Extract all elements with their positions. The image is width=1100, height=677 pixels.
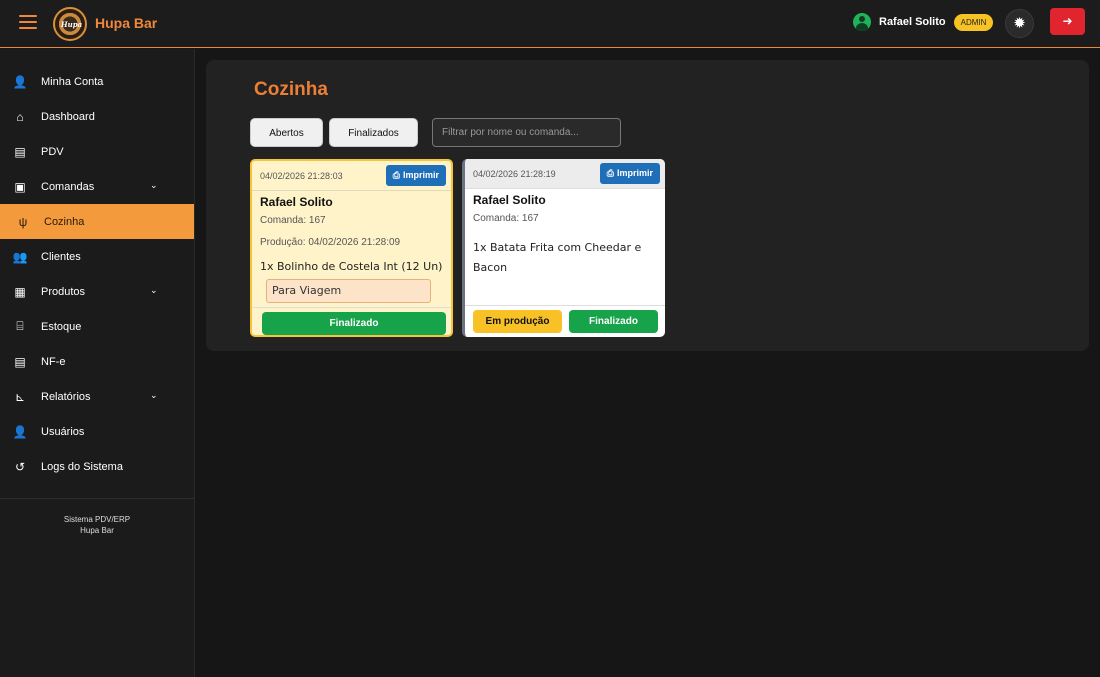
warehouse-icon: ⌸ <box>16 319 24 333</box>
sidebar-item-label: Produtos <box>41 285 86 298</box>
sun-icon: ✹ <box>1013 15 1026 32</box>
sidebar-item-label: NF-e <box>41 355 66 368</box>
brand-logo: Hupa <box>53 7 87 41</box>
user-icon: 👤 <box>12 74 28 89</box>
top-bar: Hupa Hupa Bar Rafael Solito ADMIN ✹ ➜ <box>0 0 1100 48</box>
sidebar-item-label: Comandas <box>41 180 95 193</box>
sidebar-item-minha-conta[interactable]: 👤 Minha Conta <box>0 64 194 99</box>
chevron-down-icon: ⌄ <box>150 390 158 400</box>
customer-name: Rafael Solito <box>473 193 546 207</box>
sidebar-item-label: Estoque <box>41 320 82 333</box>
order-date: 04/02/2026 21:28:19 <box>473 169 556 179</box>
sidebar-item-dashboard[interactable]: ⌂ Dashboard <box>0 99 194 134</box>
production-time: Produção: 04/02/2026 21:28:09 <box>260 237 401 248</box>
print-button[interactable]: ⎙ Imprimir <box>385 165 446 186</box>
users-cog-icon: 👤 <box>12 424 28 439</box>
card-header: 04/02/2026 21:28:03 ⎙ Imprimir <box>252 161 451 191</box>
clipboard-icon: ▣ <box>14 179 26 194</box>
sidebar-item-label: Relatórios <box>41 390 91 403</box>
sidebar-item-clientes[interactable]: 👥 Clientes <box>0 239 194 274</box>
sidebar-divider <box>0 498 194 499</box>
sidebar-item-pdv[interactable]: ▤ PDV <box>0 134 194 169</box>
chevron-down-icon: ⌄ <box>150 285 158 295</box>
card-footer: Finalizado <box>252 307 451 335</box>
card-footer: Em produção Finalizado <box>465 305 665 337</box>
role-badge: ADMIN <box>953 13 994 31</box>
em-producao-button[interactable]: Em produção <box>473 310 562 333</box>
print-label: Imprimir <box>402 170 439 180</box>
user-circle-icon <box>853 13 871 31</box>
sidebar-item-nfe[interactable]: ▤ NF-e <box>0 344 194 379</box>
tab-finalizados[interactable]: Finalizados <box>329 118 418 147</box>
sidebar-item-label: Logs do Sistema <box>41 460 123 473</box>
customer-name: Rafael Solito <box>260 195 333 209</box>
cash-register-icon: ▤ <box>14 144 26 159</box>
sidebar-item-estoque[interactable]: ⌸ Estoque <box>0 309 194 344</box>
sidebar-item-usuarios[interactable]: 👤 Usuários <box>0 414 194 449</box>
tab-abertos[interactable]: Abertos <box>250 118 323 147</box>
sidebar-item-relatorios[interactable]: ⊾ Relatórios ⌄ <box>0 379 194 414</box>
page-title: Cozinha <box>254 79 328 100</box>
history-icon: ↺ <box>14 459 26 474</box>
printer-icon: ⎙ <box>606 168 614 178</box>
sidebar: 👤 Minha Conta ⌂ Dashboard ▤ PDV ▣ Comand… <box>0 49 195 677</box>
card-header: 04/02/2026 21:28:19 ⎙ Imprimir <box>465 159 665 189</box>
brand-name: Hupa Bar <box>95 15 158 31</box>
print-label: Imprimir <box>616 168 653 178</box>
user-info: Rafael Solito ADMIN <box>853 12 994 32</box>
sidebar-item-label: PDV <box>41 145 64 158</box>
footer-line: Hupa Bar <box>80 526 114 535</box>
comanda-number: Comanda: 167 <box>473 213 539 224</box>
order-item: 1x Batata Frita com Cheedar e Bacon <box>473 241 642 274</box>
order-card: 04/02/2026 21:28:19 ⎙ Imprimir Rafael Sol… <box>462 159 665 337</box>
logout-button[interactable]: ➜ <box>1050 8 1085 35</box>
comanda-number: Comanda: 167 <box>260 215 326 226</box>
print-button[interactable]: ⎙ Imprimir <box>599 163 660 184</box>
order-item: 1x Bolinho de Costela Int (12 Un) <box>260 260 443 273</box>
order-card: 04/02/2026 21:28:03 ⎙ Imprimir Rafael Sol… <box>250 159 453 337</box>
user-name: Rafael Solito <box>879 16 946 28</box>
order-note: Para Viagem <box>266 279 431 303</box>
sidebar-item-label: Usuários <box>41 425 85 438</box>
sidebar-item-produtos[interactable]: ▦ Produtos ⌄ <box>0 274 194 309</box>
sidebar-item-logs[interactable]: ↺ Logs do Sistema <box>0 449 194 484</box>
utensils-icon: ψ <box>18 214 28 229</box>
box-icon: ▦ <box>14 284 26 299</box>
sidebar-footer: Sistema PDV/ERP Hupa Bar <box>0 514 194 536</box>
chart-icon: ⊾ <box>14 389 26 404</box>
sidebar-item-label: Minha Conta <box>41 75 104 88</box>
sidebar-item-cozinha[interactable]: ψ Cozinha <box>0 204 194 239</box>
finalizado-button[interactable]: Finalizado <box>569 310 658 333</box>
file-invoice-icon: ▤ <box>14 354 26 369</box>
sidebar-item-comandas[interactable]: ▣ Comandas ⌄ <box>0 169 194 204</box>
sidebar-item-label: Clientes <box>41 250 81 263</box>
sidebar-item-label: Cozinha <box>44 215 85 228</box>
footer-line: Sistema PDV/ERP <box>63 515 131 524</box>
finalizado-button[interactable]: Finalizado <box>262 312 446 335</box>
printer-icon: ⎙ <box>392 170 400 180</box>
order-date: 04/02/2026 21:28:03 <box>260 171 343 181</box>
users-icon: 👥 <box>12 249 28 264</box>
chevron-down-icon: ⌄ <box>150 180 158 190</box>
sign-out-icon: ➜ <box>1062 14 1073 28</box>
sidebar-item-label: Dashboard <box>41 110 95 123</box>
theme-toggle-button[interactable]: ✹ <box>1005 9 1034 38</box>
home-icon: ⌂ <box>16 109 24 124</box>
filter-input[interactable] <box>432 118 621 147</box>
hamburger-menu-icon[interactable] <box>19 15 37 29</box>
